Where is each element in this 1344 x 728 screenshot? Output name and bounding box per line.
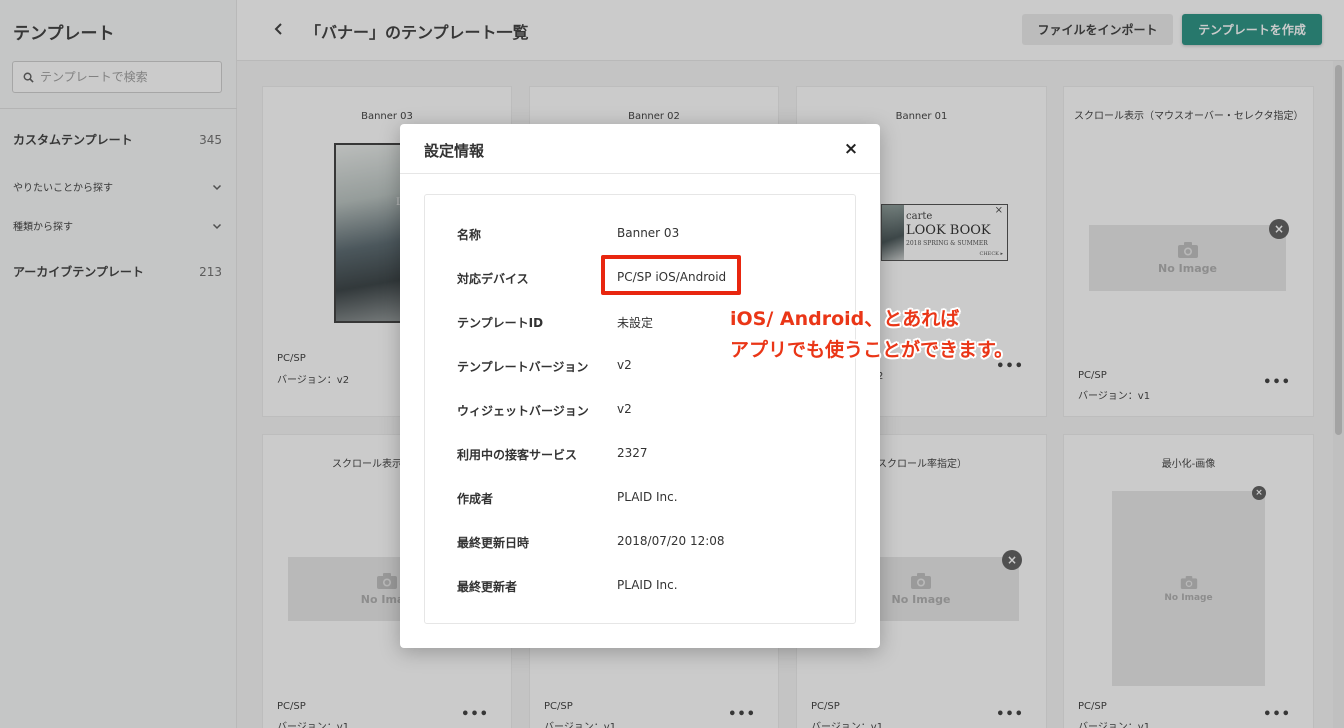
info-value: 未設定	[617, 316, 654, 330]
info-key: 名称	[457, 228, 482, 242]
annotation-callout: iOS/ Android、とあれば アプリでも使うことができます。	[730, 304, 1013, 366]
highlight-box	[601, 255, 741, 295]
info-key: ウィジェットバージョン	[457, 404, 589, 418]
modal-header: 設定情報 ×	[400, 124, 880, 174]
annotation-line: iOS/ Android、とあれば	[730, 308, 960, 330]
info-value: PLAID Inc.	[617, 490, 678, 504]
info-key: 作成者	[457, 492, 494, 506]
close-button[interactable]: ×	[841, 139, 861, 159]
info-key: 利用中の接客サービス	[457, 448, 578, 462]
info-key: 最終更新者	[457, 580, 518, 594]
info-value: v2	[617, 402, 632, 416]
info-value: 2018/07/20 12:08	[617, 534, 725, 548]
settings-info-modal: 設定情報 × 名称 Banner 03 対応デバイス PC/SP iOS/And…	[400, 124, 880, 648]
annotation-line: アプリでも使うことができます。	[730, 339, 1014, 361]
close-icon: ×	[843, 139, 859, 159]
info-value: v2	[617, 358, 632, 372]
modal-title: 設定情報	[424, 142, 485, 160]
info-key: 最終更新日時	[457, 536, 530, 550]
info-value: PLAID Inc.	[617, 578, 678, 592]
info-value: 2327	[617, 446, 648, 460]
info-key: 対応デバイス	[457, 272, 529, 286]
info-value: Banner 03	[617, 226, 680, 240]
info-key: テンプレートバージョン	[457, 360, 589, 374]
info-key: テンプレートID	[457, 316, 544, 330]
